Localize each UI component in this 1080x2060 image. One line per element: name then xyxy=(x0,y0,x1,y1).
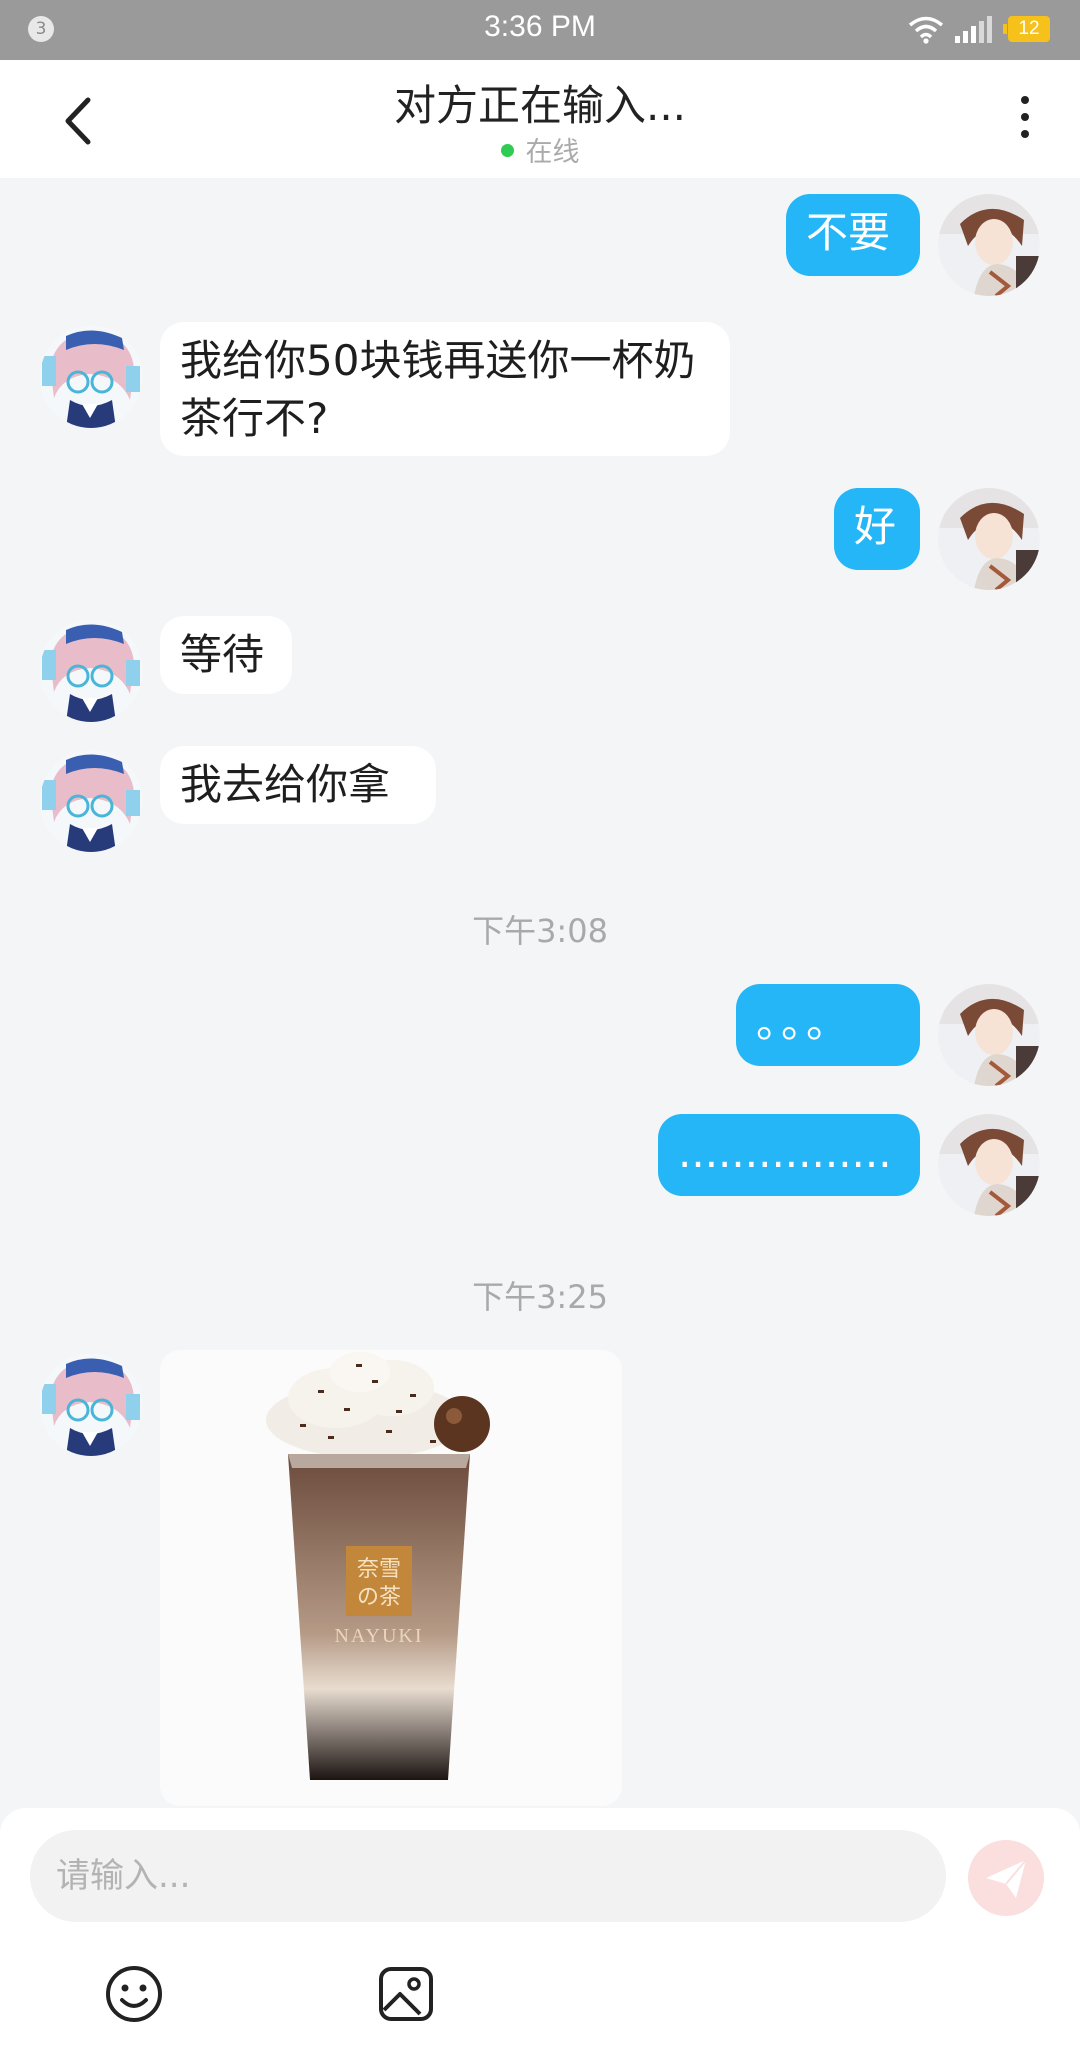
more-options-button[interactable] xyxy=(1010,96,1040,146)
online-status: 在线 xyxy=(0,130,1080,169)
battery-icon: 12 xyxy=(1003,16,1050,42)
message-bubble-received[interactable]: 等待 xyxy=(160,616,292,694)
message-bubble-received[interactable]: 我去给你拿 xyxy=(160,746,436,824)
online-status-label: 在线 xyxy=(525,137,580,168)
logo-brand: NAYUKI xyxy=(334,1625,423,1647)
input-area xyxy=(0,1808,1080,2060)
online-dot-icon xyxy=(500,144,514,157)
contact-avatar[interactable] xyxy=(40,1354,142,1456)
user-avatar[interactable] xyxy=(938,488,1040,590)
message-input[interactable] xyxy=(30,1830,946,1922)
emoji-button[interactable] xyxy=(104,1964,164,2024)
milk-tea-image: 奈雪 の茶 NAYUKI xyxy=(266,1352,490,1780)
contact-avatar[interactable] xyxy=(40,750,142,852)
wifi-icon xyxy=(908,16,944,44)
contact-avatar[interactable] xyxy=(40,620,142,722)
message-bubble-sent[interactable]: 好 xyxy=(834,488,920,570)
signal-icon xyxy=(955,16,992,43)
send-button[interactable] xyxy=(968,1840,1044,1916)
message-bubble-sent[interactable]: ................ xyxy=(658,1114,920,1196)
user-avatar[interactable] xyxy=(938,1114,1040,1216)
user-avatar[interactable] xyxy=(938,194,1040,296)
logo-text-top: 奈雪 xyxy=(357,1557,401,1582)
image-message[interactable]: 奈雪 の茶 NAYUKI xyxy=(160,1350,622,1806)
message-bubble-received[interactable]: 我给你50块钱再送你一杯奶茶行不? xyxy=(160,322,730,456)
message-timestamp: 下午3:08 xyxy=(472,912,608,950)
message-bubble-sent[interactable]: 。。。 xyxy=(736,984,920,1066)
chat-header: 对方正在输入... 在线 xyxy=(0,60,1080,178)
message-bubble-sent[interactable]: 不要 xyxy=(786,194,920,276)
chat-message-list[interactable]: 不要 我给你50块钱再送你一杯奶茶行不? 好 等待 我去给你拿 下午3:08 。… xyxy=(0,178,1080,1810)
status-bar: 3 3:36 PM 12 xyxy=(0,0,1080,60)
message-timestamp: 下午3:25 xyxy=(472,1278,608,1316)
contact-avatar[interactable] xyxy=(40,326,142,428)
user-avatar[interactable] xyxy=(938,984,1040,1086)
image-picker-button[interactable] xyxy=(376,1964,436,2024)
page-title: 对方正在输入... xyxy=(393,81,687,130)
logo-text-bottom: の茶 xyxy=(357,1585,401,1610)
send-icon xyxy=(986,1859,1027,1898)
